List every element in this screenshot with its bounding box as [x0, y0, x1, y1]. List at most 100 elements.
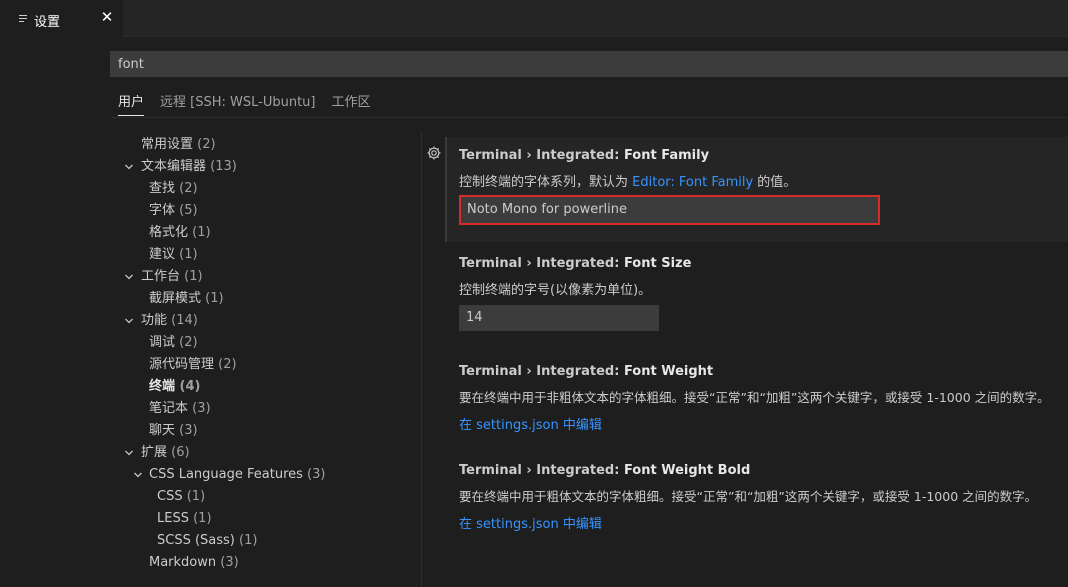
- toc-item-label: 扩展: [141, 445, 168, 460]
- toc-item[interactable]: CSS (1): [157, 486, 205, 508]
- toc-item[interactable]: 源代码管理 (2): [149, 354, 237, 376]
- toc-item[interactable]: 截屏模式 (1): [149, 288, 224, 310]
- tab-workspace[interactable]: 工作区: [331, 94, 370, 116]
- toc-item[interactable]: 终端 (4): [149, 376, 200, 398]
- toc-item-count: (3): [179, 423, 198, 438]
- settings-search-box[interactable]: [110, 51, 1068, 77]
- setting-name: Font Weight: [623, 364, 714, 379]
- setting-name: Font Size: [623, 256, 692, 271]
- tab-remote[interactable]: 远程 [SSH: WSL-Ubuntu]: [160, 94, 315, 116]
- toc-item-count: (1): [205, 291, 224, 306]
- gear-icon[interactable]: [426, 145, 442, 161]
- font-family-input[interactable]: Noto Mono for powerline: [459, 195, 880, 225]
- toc-item-count: (1): [193, 511, 212, 526]
- toc-item-label: 源代码管理: [149, 357, 215, 372]
- toc-item-label: 字体: [149, 203, 176, 218]
- setting-name: Font Family: [623, 148, 710, 163]
- toc-item-count: (5): [179, 203, 198, 218]
- toc-item-label: 建议: [149, 247, 176, 262]
- setting-description: 要在终端中用于非粗体文本的字体粗细。接受“正常”和“加粗”这两个关键字，或接受 …: [459, 390, 1050, 405]
- toc-item-label: 功能: [141, 313, 168, 328]
- toc-item-count: (2): [197, 137, 216, 152]
- toc-item-label: CSS: [157, 489, 183, 504]
- setting-category: Terminal › Integrated:: [459, 364, 624, 379]
- toc-item[interactable]: 常用设置 (2): [141, 134, 216, 156]
- toc-item-count: (2): [179, 335, 198, 350]
- setting-category: Terminal › Integrated:: [459, 256, 624, 271]
- toc-item-count: (1): [179, 247, 198, 262]
- toc-item-count: (2): [179, 181, 198, 196]
- setting-title: Terminal › Integrated: Font Weight: [459, 364, 713, 379]
- toc-item[interactable]: SCSS (Sass) (1): [157, 530, 257, 552]
- setting-description: 控制终端的字号(以像素为单位)。: [459, 283, 652, 298]
- toc-item-count: (1): [239, 533, 258, 548]
- toc-item-label: 终端: [149, 379, 176, 394]
- description-text: 控制终端的字体系列，默认为: [459, 175, 633, 190]
- search-input[interactable]: [111, 52, 1068, 76]
- toc-item-label: 格式化: [149, 225, 189, 240]
- setting-font-weight: Terminal › Integrated: Font Weight 要在终端中…: [445, 353, 1068, 448]
- editor-font-family-link[interactable]: Editor: Font Family: [632, 175, 753, 190]
- editor-tab-bar: 设置 ✕: [0, 0, 1068, 37]
- setting-title: Terminal › Integrated: Font Family: [459, 148, 709, 163]
- setting-title: Terminal › Integrated: Font Weight Bold: [459, 463, 750, 478]
- tab-user[interactable]: 用户: [118, 94, 145, 116]
- toc-item-label: 调试: [149, 335, 176, 350]
- toc-item[interactable]: 功能 (14): [141, 310, 198, 332]
- toc-item[interactable]: Markdown (3): [149, 552, 239, 574]
- toc-divider: [421, 132, 422, 587]
- toc-item[interactable]: CSS Language Features (3): [149, 464, 325, 486]
- chevron-down-icon[interactable]: [124, 266, 134, 288]
- toc-item[interactable]: 文本编辑器 (13): [141, 156, 237, 178]
- toc-item-count: (3): [307, 467, 326, 482]
- setting-title: Terminal › Integrated: Font Size: [459, 256, 691, 271]
- setting-font-weight-bold: Terminal › Integrated: Font Weight Bold …: [445, 452, 1068, 547]
- toc-item[interactable]: 建议 (1): [149, 244, 198, 266]
- toc-item[interactable]: 字体 (5): [149, 200, 198, 222]
- close-icon[interactable]: ✕: [100, 10, 114, 25]
- scope-tabs: 用户 远程 [SSH: WSL-Ubuntu] 工作区: [118, 94, 387, 116]
- setting-description: 要在终端中用于粗体文本的字体粗细。接受“正常”和“加粗”这两个关键字，或接受 1…: [459, 489, 1038, 504]
- scope-divider: [110, 117, 1068, 118]
- toc-item-label: SCSS (Sass): [157, 533, 235, 548]
- focus-indicator: [445, 137, 447, 242]
- toc-item-label: Markdown: [149, 555, 217, 570]
- setting-category: Terminal › Integrated:: [459, 148, 624, 163]
- toc-item-count: (1): [186, 489, 206, 504]
- chevron-down-icon[interactable]: [124, 310, 134, 332]
- setting-font-size: Terminal › Integrated: Font Size 控制终端的字号…: [445, 245, 1068, 345]
- toc-item-label: 笔记本: [149, 401, 189, 416]
- toc-item[interactable]: 格式化 (1): [149, 222, 211, 244]
- tab-label: 设置: [34, 15, 61, 30]
- toc-item-label: 截屏模式: [149, 291, 202, 306]
- toc-item[interactable]: 扩展 (6): [141, 442, 190, 464]
- toc-item-count: (4): [179, 379, 201, 394]
- toc-item-count: (3): [192, 401, 211, 416]
- chevron-down-icon[interactable]: [124, 156, 134, 178]
- edit-in-settings-json-link[interactable]: 在 settings.json 中编辑: [459, 414, 602, 433]
- toc-item-count: (3): [220, 555, 239, 570]
- font-size-input[interactable]: 14: [459, 305, 659, 331]
- toc-item[interactable]: 聊天 (3): [149, 420, 198, 442]
- chevron-down-icon[interactable]: [124, 442, 134, 464]
- settings-list-icon: [19, 15, 27, 22]
- setting-description: 控制终端的字体系列，默认为 Editor: Font Family 的值。: [459, 171, 796, 190]
- toc-item-count: (6): [171, 445, 190, 460]
- toc-item[interactable]: 笔记本 (3): [149, 398, 211, 420]
- toc-item[interactable]: 查找 (2): [149, 178, 198, 200]
- edit-in-settings-json-link[interactable]: 在 settings.json 中编辑: [459, 513, 602, 532]
- toc-item[interactable]: 工作台 (1): [141, 266, 203, 288]
- toc-item-label: 工作台: [141, 269, 181, 284]
- toc-item-label: 常用设置: [141, 137, 194, 152]
- toc-item-label: LESS: [157, 511, 189, 526]
- toc-item-count: (13): [210, 159, 237, 174]
- toc-item-count: (1): [192, 225, 211, 240]
- tab-settings[interactable]: 设置 ✕: [0, 0, 123, 37]
- toc-item[interactable]: 调试 (2): [149, 332, 198, 354]
- setting-category: Terminal › Integrated:: [459, 463, 624, 478]
- toc-item[interactable]: LESS (1): [157, 508, 212, 530]
- setting-name: Font Weight Bold: [623, 463, 751, 478]
- chevron-down-icon[interactable]: [133, 464, 143, 486]
- toc-item-label: 查找: [149, 181, 176, 196]
- toc-item-label: CSS Language Features: [149, 467, 303, 482]
